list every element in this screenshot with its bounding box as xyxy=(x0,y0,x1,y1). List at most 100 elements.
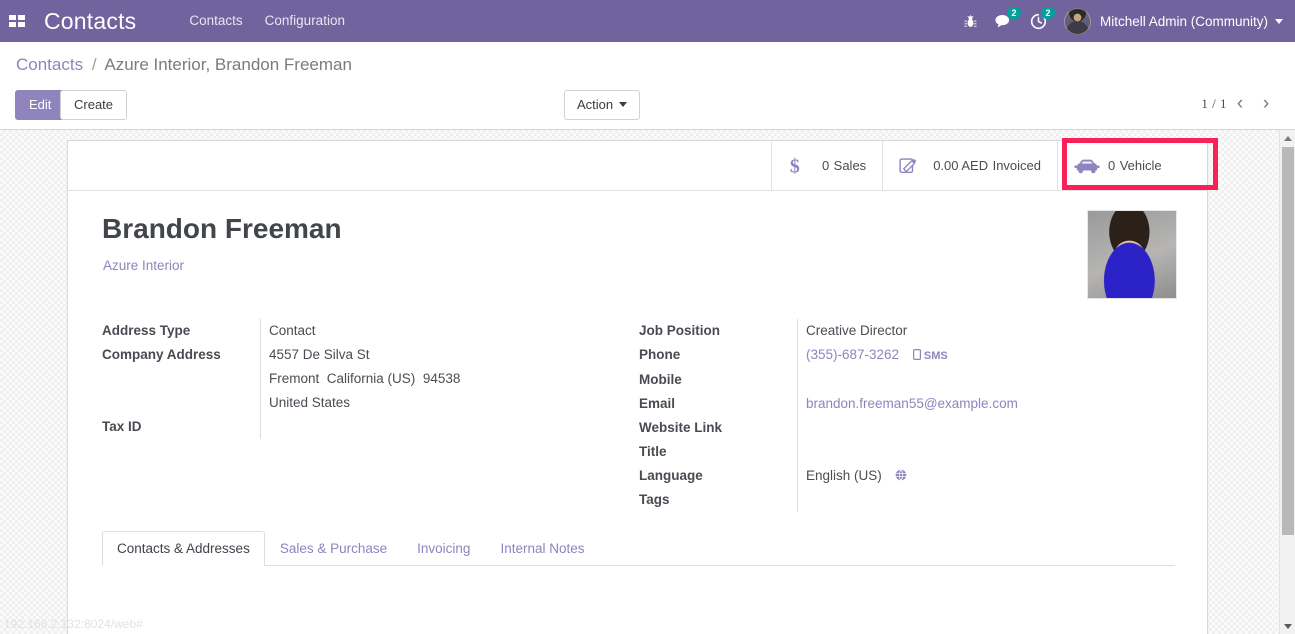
field-value-title[interactable] xyxy=(797,440,1159,464)
top-navbar: Contacts Contacts Configuration 2 2 Mitc… xyxy=(0,0,1295,42)
stat-vehicle-value: 0 xyxy=(1108,157,1116,173)
tab-strip: Contacts & Addresses Sales & Purchase In… xyxy=(102,531,1175,566)
triangle-up-icon xyxy=(1284,135,1292,141)
pager-value[interactable]: 1 / 1 xyxy=(1201,96,1227,112)
sms-button[interactable]: SMS xyxy=(912,349,948,362)
stat-button-sales[interactable]: $ 0 Sales xyxy=(770,141,882,190)
address-city: Fremont xyxy=(269,371,320,386)
stat-button-vehicle[interactable]: 0 Vehicle xyxy=(1057,141,1207,190)
field-group-right: Job Position Creative Director Phone (35… xyxy=(639,319,1159,512)
car-icon xyxy=(1074,157,1102,175)
breadcrumb-root-link[interactable]: Contacts xyxy=(16,55,83,74)
user-menu-label: Mitchell Admin (Community) xyxy=(1099,13,1268,29)
tab-internal-notes[interactable]: Internal Notes xyxy=(485,531,599,566)
vertical-scrollbar[interactable] xyxy=(1279,130,1295,634)
triangle-down-icon xyxy=(1284,623,1292,629)
stat-vehicle-label: Vehicle xyxy=(1119,157,1162,173)
field-website-link: Website Link xyxy=(639,416,1159,440)
breadcrumb: Contacts / Azure Interior, Brandon Freem… xyxy=(16,55,352,75)
notebook: Contacts & Addresses Sales & Purchase In… xyxy=(102,531,1175,566)
field-company-address: Company Address 4557 De Silva St Fremont… xyxy=(102,343,602,415)
contact-photo[interactable] xyxy=(1087,210,1177,299)
stat-invoiced-text: 0.00 AED Invoiced xyxy=(933,157,1041,175)
apps-grid-glyph xyxy=(9,15,25,27)
app-brand-title: Contacts xyxy=(44,7,137,34)
apps-grid-icon[interactable] xyxy=(0,0,34,42)
field-value-job-position[interactable]: Creative Director xyxy=(797,319,1159,343)
field-value-language[interactable]: English (US) xyxy=(797,464,1159,488)
address-country: United States xyxy=(269,395,351,410)
field-job-position: Job Position Creative Director xyxy=(639,319,1159,343)
stat-sales-label: Sales xyxy=(833,157,867,173)
messages-icon[interactable]: 2 xyxy=(988,0,1022,42)
stat-button-invoiced[interactable]: 0.00 AED Invoiced xyxy=(882,141,1057,190)
stat-button-bar: $ 0 Sales 0.00 AED Invoiced 0 Vehicle xyxy=(68,141,1207,191)
control-panel-buttons: Edit Create Action 1 / 1 ‹ › xyxy=(0,87,1295,121)
field-title: Title xyxy=(639,440,1159,464)
scrollbar-thumb[interactable] xyxy=(1282,147,1294,535)
field-value-phone: (355)-687-3262 SMS xyxy=(797,343,1159,368)
tab-invoicing[interactable]: Invoicing xyxy=(402,531,485,566)
address-city-line: Fremont California (US) 94538 xyxy=(269,367,602,391)
action-dropdown-button[interactable]: Action xyxy=(564,90,641,120)
field-group-left: Address Type Contact Company Address 455… xyxy=(102,319,602,439)
scroll-down-button[interactable] xyxy=(1280,618,1295,634)
activities-badge: 2 xyxy=(1040,7,1055,19)
pager-next-button[interactable]: › xyxy=(1253,94,1279,113)
pager-previous-button[interactable]: ‹ xyxy=(1227,94,1253,113)
email-link[interactable]: brandon.freeman55@example.com xyxy=(806,396,1018,411)
pager: 1 / 1 ‹ › xyxy=(1201,94,1279,113)
create-button[interactable]: Create xyxy=(60,90,128,120)
scroll-up-button[interactable] xyxy=(1280,130,1295,146)
systray: 2 2 Mitchell Admin (Community) xyxy=(954,0,1295,42)
chevron-down-icon xyxy=(619,102,628,107)
field-value-email: brandon.freeman55@example.com xyxy=(797,392,1159,416)
field-label-email: Email xyxy=(639,396,676,411)
field-value-address-type[interactable]: Contact xyxy=(260,319,602,343)
field-label-company-address: Company Address xyxy=(102,347,221,362)
field-label-title: Title xyxy=(639,444,667,459)
field-label-phone: Phone xyxy=(639,347,681,362)
field-language: Language English (US) xyxy=(639,464,1159,488)
parent-company-link[interactable]: Azure Interior xyxy=(103,258,184,273)
activities-clock-icon[interactable]: 2 xyxy=(1022,0,1056,42)
stat-sales-text: 0 Sales xyxy=(822,157,866,175)
field-address-type: Address Type Contact xyxy=(102,319,602,343)
field-label-address-type: Address Type xyxy=(102,323,191,338)
address-state: California (US) xyxy=(326,371,416,386)
field-label-website-link: Website Link xyxy=(639,420,723,435)
menu-item-configuration[interactable]: Configuration xyxy=(254,0,356,42)
field-value-tags[interactable] xyxy=(797,488,1159,512)
field-label-language: Language xyxy=(639,468,703,483)
svg-text:$: $ xyxy=(790,155,800,176)
address-zip: 94538 xyxy=(422,371,461,386)
tab-sales-purchase[interactable]: Sales & Purchase xyxy=(265,531,402,566)
field-label-tax-id: Tax ID xyxy=(102,419,142,434)
stat-vehicle-text: 0 Vehicle xyxy=(1108,157,1162,175)
phone-link[interactable]: (355)-687-3262 xyxy=(806,347,899,362)
breadcrumb-separator: / xyxy=(91,55,97,74)
field-tax-id: Tax ID xyxy=(102,415,602,439)
field-label-tags: Tags xyxy=(639,492,670,507)
field-label-job-position: Job Position xyxy=(639,323,720,338)
user-menu[interactable]: Mitchell Admin (Community) xyxy=(1063,7,1283,35)
edit-button[interactable]: Edit xyxy=(15,90,66,120)
field-value-company-address[interactable]: 4557 De Silva St Fremont California (US)… xyxy=(260,343,602,415)
main-menu-bar: Contacts Configuration xyxy=(178,0,356,42)
dollar-sign-icon: $ xyxy=(788,155,816,176)
action-button-label: Action xyxy=(577,97,614,112)
stat-sales-value: 0 xyxy=(821,157,830,173)
field-email: Email brandon.freeman55@example.com xyxy=(639,392,1159,416)
menu-item-contacts[interactable]: Contacts xyxy=(178,0,253,42)
field-tags: Tags xyxy=(639,488,1159,512)
tab-contacts-addresses[interactable]: Contacts & Addresses xyxy=(102,531,265,566)
debug-bug-icon[interactable] xyxy=(954,0,988,42)
language-value: English (US) xyxy=(806,468,882,483)
form-sheet: $ 0 Sales 0.00 AED Invoiced 0 Vehicle Br… xyxy=(67,140,1208,634)
field-value-tax-id[interactable] xyxy=(260,415,602,439)
field-value-mobile[interactable] xyxy=(797,368,1159,392)
page-title: Brandon Freeman xyxy=(102,213,342,244)
stat-invoiced-value: 0.00 AED xyxy=(933,157,989,173)
status-bar-url: 192.168.2.132:8024/web# xyxy=(4,617,143,631)
field-value-website-link[interactable] xyxy=(797,416,1159,440)
